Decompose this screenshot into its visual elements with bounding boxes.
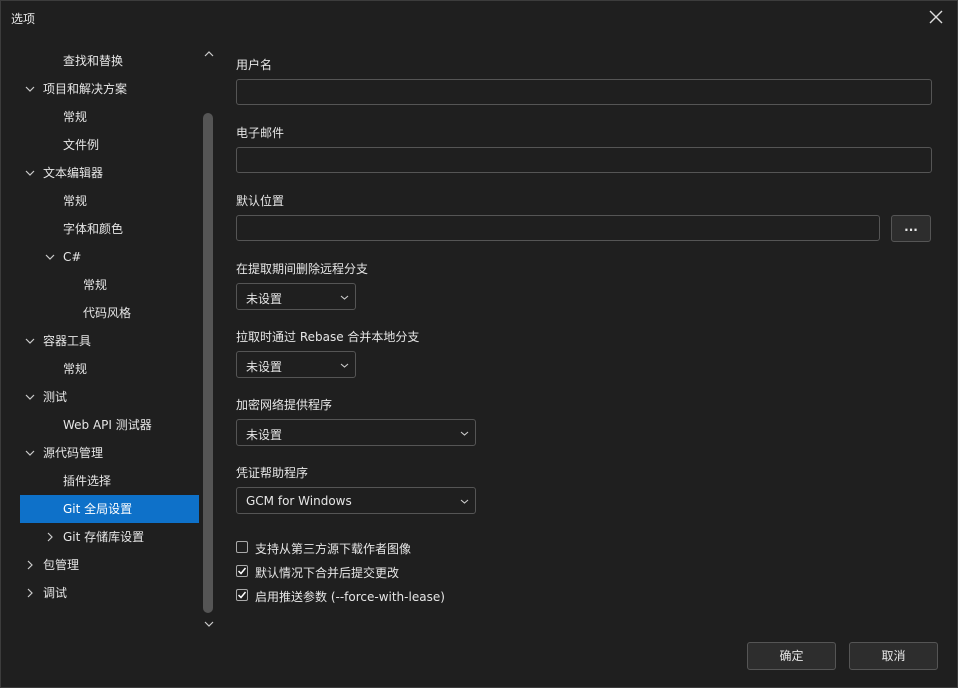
cancel-button[interactable]: 取消 xyxy=(849,642,938,670)
tree-scrollbar[interactable] xyxy=(199,45,219,633)
tree-item-label: 常规 xyxy=(63,362,88,376)
credential-value: GCM for Windows xyxy=(246,494,352,508)
check-icon xyxy=(237,542,247,552)
rebase-value: 未设置 xyxy=(246,360,283,374)
checkbox-box[interactable] xyxy=(236,589,248,601)
tree-item-label: 查找和替换 xyxy=(63,54,124,68)
check-icon xyxy=(237,591,247,599)
crypto-label: 加密网络提供程序 xyxy=(236,398,333,412)
tree-item-label: 测试 xyxy=(43,390,68,404)
checkbox-label: 支持从第三方源下载作者图像 xyxy=(255,542,412,556)
tree-item-label: 常规 xyxy=(83,278,108,292)
tree-item[interactable]: 包管理 xyxy=(3,551,199,579)
checkbox-label: 默认情况下合并后提交更改 xyxy=(255,566,400,580)
chevron-down-icon[interactable] xyxy=(25,75,37,103)
checkbox-label: 启用推送参数 (--force-with-lease) xyxy=(255,590,445,604)
credential-label: 凭证帮助程序 xyxy=(236,466,309,480)
tree-item[interactable]: 常规 xyxy=(3,187,199,215)
chevron-right-icon[interactable] xyxy=(25,551,37,579)
credential-select[interactable]: GCM for Windows xyxy=(236,487,476,514)
tree-item-label: 项目和解决方案 xyxy=(43,82,128,96)
tree-item[interactable]: 常规 xyxy=(3,271,199,299)
prune-value: 未设置 xyxy=(246,292,283,306)
rebase-select[interactable]: 未设置 xyxy=(236,351,356,378)
chevron-down-icon xyxy=(460,431,469,436)
tree-item[interactable]: 查找和替换 xyxy=(3,47,199,75)
prune-select[interactable]: 未设置 xyxy=(236,283,356,310)
chevron-down-icon xyxy=(460,499,469,504)
default-location-label: 默认位置 xyxy=(236,194,285,208)
username-input[interactable] xyxy=(236,79,932,105)
tree-item-label: 文件例 xyxy=(63,138,100,152)
tree-item[interactable]: 测试 xyxy=(3,383,199,411)
tree-item-label: 插件选择 xyxy=(63,474,112,488)
scroll-down-icon[interactable] xyxy=(199,615,219,633)
chevron-down-icon[interactable] xyxy=(25,383,37,411)
tree-item[interactable]: 常规 xyxy=(3,355,199,383)
tree-item-label: 调试 xyxy=(43,586,68,600)
scrollbar-thumb[interactable] xyxy=(203,113,213,613)
tree-item-label: C# xyxy=(63,250,82,264)
tree-item[interactable]: Git 存储库设置 xyxy=(3,523,199,551)
email-label: 电子邮件 xyxy=(236,126,285,140)
chevron-down-icon[interactable] xyxy=(25,439,37,467)
tree-item-label: 常规 xyxy=(63,194,88,208)
tree-item[interactable]: 容器工具 xyxy=(3,327,199,355)
scroll-up-icon[interactable] xyxy=(199,45,219,63)
tree-item[interactable]: 常规 xyxy=(3,103,199,131)
checkbox-box[interactable] xyxy=(236,541,248,553)
ok-button[interactable]: 确定 xyxy=(747,642,836,670)
tree-item[interactable]: C# xyxy=(3,243,199,271)
checkbox-box[interactable] xyxy=(236,565,248,577)
tree-item[interactable]: 调试 xyxy=(3,579,199,607)
tree-item-label: 文本编辑器 xyxy=(43,166,104,180)
rebase-label: 拉取时通过 Rebase 合并本地分支 xyxy=(236,330,420,344)
tree-item[interactable]: Web API 测试器 xyxy=(3,411,199,439)
tree-item[interactable]: Git 全局设置 xyxy=(20,495,199,523)
default-location-input[interactable] xyxy=(236,215,880,241)
tree-item-label: Git 全局设置 xyxy=(63,502,133,516)
tree-item[interactable]: 插件选择 xyxy=(3,467,199,495)
chevron-down-icon[interactable] xyxy=(25,159,37,187)
title-bar: 选项 xyxy=(1,1,957,33)
chevron-right-icon[interactable] xyxy=(25,579,37,607)
close-icon[interactable] xyxy=(925,6,947,28)
tree-item-label: Web API 测试器 xyxy=(63,418,152,432)
tree-item-label: 字体和颜色 xyxy=(63,222,124,236)
tree-item[interactable]: 字体和颜色 xyxy=(3,215,199,243)
window-title: 选项 xyxy=(11,12,36,26)
tree-item-label: 包管理 xyxy=(43,558,80,572)
email-input[interactable] xyxy=(236,147,932,173)
options-tree: 查找和替换 项目和解决方案 常规 文件例 文本编辑器 常规 字体和颜色 C# 常规 代码风格 容器工… xyxy=(3,45,199,631)
tree-item[interactable]: 源代码管理 xyxy=(3,439,199,467)
crypto-select[interactable]: 未设置 xyxy=(236,419,476,446)
tree-item[interactable]: 文件例 xyxy=(3,131,199,159)
options-dialog: 选项 查找和替换 项目和解决方案 常规 文件例 文本编辑器 常规 字体和颜色 C# 常规 代码风格… xyxy=(0,0,958,688)
username-label: 用户名 xyxy=(236,58,273,72)
tree-item-label: 源代码管理 xyxy=(43,446,104,460)
tree-item-label: 代码风格 xyxy=(83,306,132,320)
tree-item[interactable]: 项目和解决方案 xyxy=(3,75,199,103)
check-icon xyxy=(237,567,247,575)
browse-button[interactable]: ... xyxy=(891,215,931,242)
tree-item-label: Git 存储库设置 xyxy=(63,530,145,544)
tree-item-label: 容器工具 xyxy=(43,334,92,348)
chevron-down-icon xyxy=(340,295,349,300)
chevron-down-icon xyxy=(340,363,349,368)
chevron-right-icon[interactable] xyxy=(45,523,57,551)
chevron-down-icon[interactable] xyxy=(25,327,37,355)
chevron-down-icon[interactable] xyxy=(45,243,57,271)
prune-label: 在提取期间删除远程分支 xyxy=(236,262,369,276)
tree-item[interactable]: 文本编辑器 xyxy=(3,159,199,187)
crypto-value: 未设置 xyxy=(246,428,283,442)
tree-item-label: 常规 xyxy=(63,110,88,124)
tree-item[interactable]: 代码风格 xyxy=(3,299,199,327)
